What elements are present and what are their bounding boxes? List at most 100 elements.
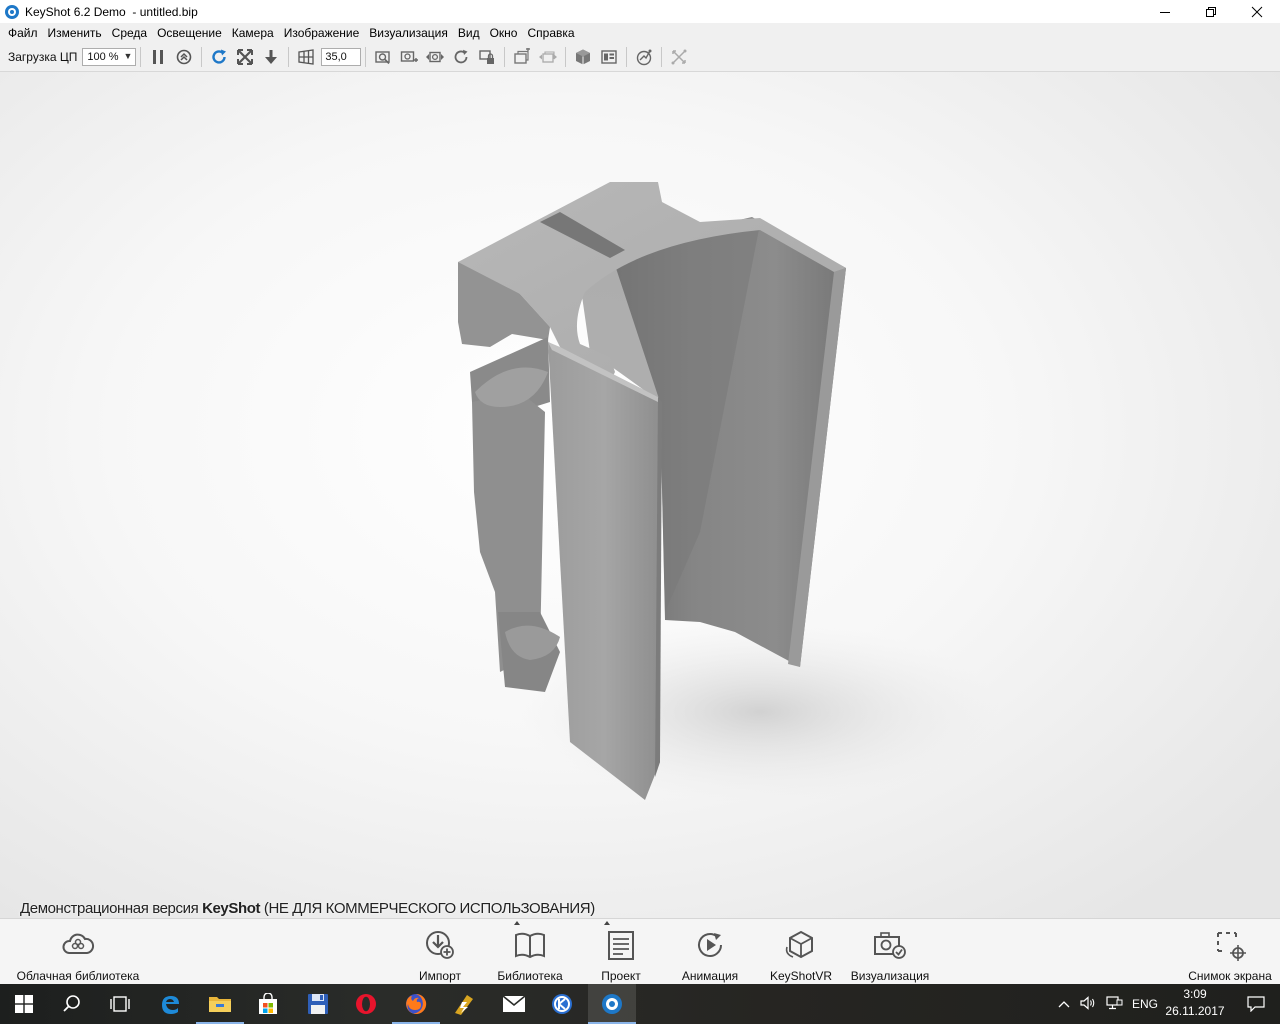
cpu-usage-value: 100 % [87, 50, 119, 63]
camera-prev-next-button[interactable] [423, 45, 447, 69]
import-button[interactable]: Импорт [410, 919, 470, 985]
render-viewport[interactable]: Демонстрационная версия KeyShot (НЕ ДЛЯ … [0, 72, 1280, 918]
toolbar-divider [504, 46, 506, 67]
3d-model-render [458, 182, 1000, 802]
render-region-button[interactable] [632, 45, 656, 69]
taskbar-keyshot[interactable] [588, 984, 636, 1024]
watermark-prefix: Демонстрационная версия [20, 900, 203, 917]
lock-camera-button[interactable] [475, 45, 499, 69]
taskbar-kompas[interactable] [538, 984, 586, 1024]
render-button[interactable]: Визуализация [848, 919, 932, 985]
firefox-browser-icon [406, 993, 427, 1014]
field-of-view-input[interactable]: 35,0 [321, 47, 362, 66]
menu-edit[interactable]: Изменить [43, 26, 107, 40]
library-button[interactable]: Библиотека [494, 919, 566, 985]
taskbar-file-explorer[interactable] [196, 984, 244, 1024]
keyshot-app-icon [602, 994, 622, 1014]
menu-window[interactable]: Окно [485, 26, 523, 40]
keyshotvr-button[interactable]: KeyShotVR [766, 919, 836, 985]
input-language[interactable]: ENG [1132, 997, 1158, 1011]
window-title: KeyShot 6.2 Demo - untitled.bip [25, 4, 198, 19]
render-label: Визуализация [850, 969, 930, 983]
tumble-tool-button[interactable] [667, 45, 691, 69]
layers-switch-icon [539, 50, 558, 63]
screenshot-button[interactable] [371, 45, 395, 69]
camera-check-icon [874, 932, 906, 959]
camera-add-icon [401, 50, 419, 62]
close-icon [1251, 6, 1263, 17]
taskbar-firefox[interactable] [392, 984, 440, 1024]
menu-help[interactable]: Справка [522, 26, 579, 40]
project-button[interactable]: Проект [590, 919, 652, 985]
chevron-down-icon: ▼ [123, 50, 133, 61]
watermark-brand: KeyShot [202, 900, 261, 917]
cloud-library-icon [62, 933, 95, 954]
close-button[interactable] [1234, 0, 1280, 23]
chevron-up-icon [1058, 1001, 1070, 1008]
refresh-button[interactable] [207, 45, 231, 69]
taskbar-mail[interactable] [490, 984, 538, 1024]
taskbar: ENG 3:09 26.11.2017 [0, 984, 1280, 1024]
geometry-view-button[interactable] [571, 45, 595, 69]
animation-label: Анимация [681, 969, 739, 983]
taskbar-sharpener-app[interactable] [440, 984, 488, 1024]
demo-watermark: Демонстрационная версия KeyShot (НЕ ДЛЯ … [20, 900, 595, 917]
network-icon [1106, 995, 1123, 1009]
field-of-view-value: 35,0 [325, 50, 347, 63]
keyshot-logo-icon [5, 4, 19, 19]
search-button[interactable] [48, 984, 96, 1024]
screenshot-ribbon-button[interactable]: Снимок экрана [1186, 919, 1274, 985]
library-label: Библиотека [497, 969, 563, 983]
menu-image[interactable]: Изображение [279, 26, 365, 40]
network-button[interactable] [1102, 995, 1126, 1013]
restore-button[interactable] [1188, 0, 1234, 23]
minimize-button[interactable] [1142, 0, 1188, 23]
menu-lighting[interactable]: Освещение [152, 26, 227, 40]
windows-logo-icon [15, 995, 33, 1013]
project-label: Проект [601, 969, 641, 983]
screenshot-crosshair-icon [1217, 932, 1246, 961]
system-tray: ENG [1056, 984, 1158, 1024]
model-set-switch-button[interactable] [536, 45, 560, 69]
reset-camera-button[interactable] [449, 45, 473, 69]
restore-icon [1206, 6, 1216, 17]
performance-mode-button[interactable] [172, 45, 196, 69]
animation-button[interactable]: Анимация [676, 919, 744, 985]
screenshot-label: Снимок экрана [1188, 969, 1272, 983]
drop-to-ground-button[interactable] [259, 45, 283, 69]
cpu-usage-select[interactable]: 100 % ▼ [82, 47, 137, 66]
cube-shaded-icon [576, 49, 591, 64]
menu-environment[interactable]: Среда [107, 26, 152, 40]
perspective-button[interactable] [294, 45, 318, 69]
menu-file[interactable]: Файл [3, 26, 43, 40]
cpu-usage-label: Загрузка ЦП [8, 49, 78, 64]
presentation-mode-button[interactable] [597, 45, 621, 69]
menu-render[interactable]: Визуализация [364, 26, 453, 40]
lightning-tool-icon [455, 995, 473, 1015]
menu-camera[interactable]: Камера [227, 26, 279, 40]
watermark-suffix: (НЕ ДЛЯ КОММЕРЧЕСКОГО ИСПОЛЬЗОВАНИЯ) [260, 900, 595, 917]
start-button[interactable] [0, 984, 48, 1024]
notifications-icon [1247, 996, 1265, 1012]
cloud-library-button[interactable]: Облачная библиотека [12, 919, 144, 985]
pause-button[interactable] [146, 45, 170, 69]
add-model-set-button[interactable] [510, 45, 534, 69]
keyshotvr-label: KeyShotVR [769, 969, 833, 983]
menu-view[interactable]: Вид [453, 26, 485, 40]
taskbar-opera[interactable] [342, 984, 390, 1024]
add-camera-button[interactable] [397, 45, 421, 69]
task-view-button[interactable] [96, 984, 144, 1024]
fit-view-button[interactable] [233, 45, 257, 69]
project-sheet-icon [608, 931, 634, 960]
vr-cube-icon [785, 930, 813, 959]
taskbar-edge[interactable] [146, 984, 194, 1024]
pause-icon [153, 49, 164, 64]
show-hidden-icons-button[interactable] [1056, 997, 1072, 1011]
cross-arrows-icon [671, 49, 687, 64]
volume-button[interactable] [1076, 995, 1100, 1013]
taskbar-clock[interactable]: 3:09 26.11.2017 [1160, 986, 1230, 1020]
action-center-button[interactable] [1232, 984, 1280, 1024]
perspective-grid-icon [298, 48, 315, 65]
taskbar-store[interactable] [244, 984, 292, 1024]
taskbar-save-app[interactable] [294, 984, 342, 1024]
